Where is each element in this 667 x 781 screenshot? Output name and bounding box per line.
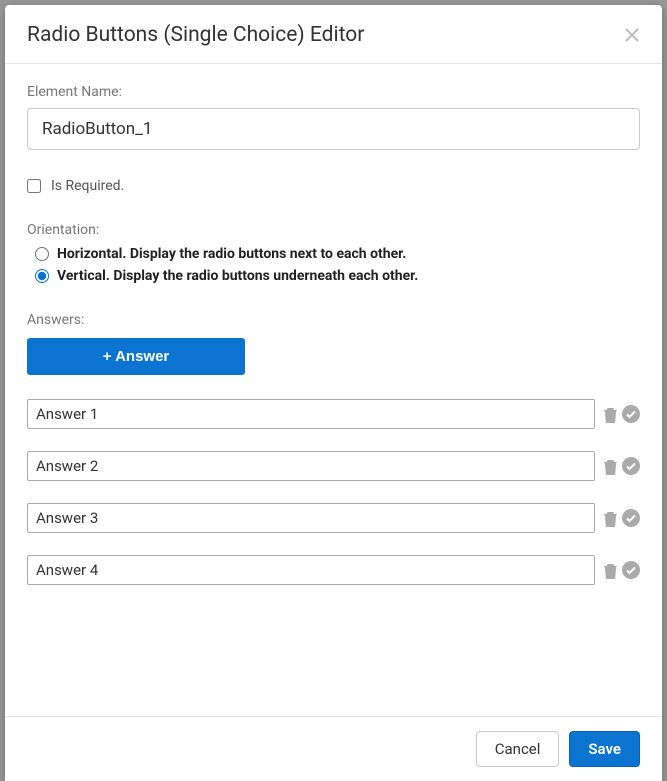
trash-icon[interactable] [603,406,618,423]
save-button[interactable]: Save [569,731,640,767]
check-circle-icon[interactable] [622,457,640,475]
modal-header: Radio Buttons (Single Choice) Editor [5,5,662,64]
add-answer-button[interactable]: + Answer [27,338,245,375]
orientation-vertical-radio[interactable] [35,269,49,283]
answers-label: Answers: [27,312,640,328]
orientation-vertical-label[interactable]: Vertical. Display the radio buttons unde… [57,268,418,284]
answer-row-icons [603,405,640,423]
check-circle-icon[interactable] [622,561,640,579]
answer-row [27,399,640,429]
orientation-horizontal-radio[interactable] [35,247,49,261]
orientation-vertical-row: Vertical. Display the radio buttons unde… [27,268,640,284]
radio-editor-modal: Radio Buttons (Single Choice) Editor Ele… [5,5,662,781]
trash-icon[interactable] [603,562,618,579]
check-circle-icon[interactable] [622,405,640,423]
is-required-label[interactable]: Is Required. [51,178,124,194]
answer-row [27,451,640,481]
answer-row-icons [603,509,640,527]
modal-body: Element Name: Is Required. Orientation: … [5,64,662,716]
modal-footer: Cancel Save [5,716,662,781]
answer-input[interactable] [27,503,595,533]
orientation-horizontal-row: Horizontal. Display the radio buttons ne… [27,246,640,262]
trash-icon[interactable] [603,510,618,527]
close-icon[interactable] [624,27,640,43]
trash-icon[interactable] [603,458,618,475]
cancel-button[interactable]: Cancel [476,731,560,767]
answer-row-icons [603,457,640,475]
answer-row-icons [603,561,640,579]
answers-section: Answers: + Answer [27,312,640,585]
answer-input[interactable] [27,451,595,481]
is-required-checkbox[interactable] [27,179,41,193]
answer-row [27,503,640,533]
answer-row [27,555,640,585]
check-circle-icon[interactable] [622,509,640,527]
orientation-group: Orientation: Horizontal. Display the rad… [27,222,640,284]
modal-title: Radio Buttons (Single Choice) Editor [27,23,364,47]
orientation-horizontal-label[interactable]: Horizontal. Display the radio buttons ne… [57,246,406,262]
answer-input[interactable] [27,555,595,585]
element-name-input[interactable] [27,108,640,150]
element-name-label: Element Name: [27,84,640,100]
answer-input[interactable] [27,399,595,429]
orientation-label: Orientation: [27,222,640,238]
is-required-row: Is Required. [27,178,640,194]
